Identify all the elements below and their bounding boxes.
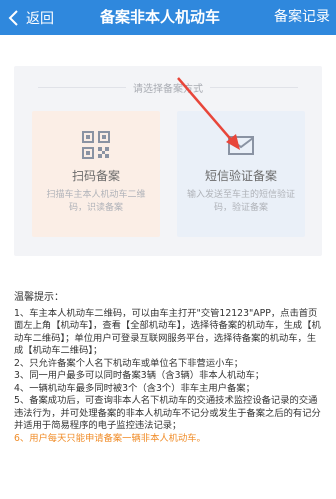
tip-item: 1、车主本人机动车二维码，可以由车主打开"交管12123"APP，点击首页面左上… [14,307,321,357]
tip-item: 5、备案成功后，可查询非本人名下机动车的交通技术监控设备记录的交通违法行为，并可… [14,395,321,431]
tip-item: 4、一辆机动车最多同时被3个（含3个）非车主用户备案； [14,382,255,394]
tip-item-warning: 6、用户每天只能申请备案一辆非本人机动车。 [14,432,206,444]
tips-section: 温馨提示： 1、车主本人机动车二维码，可以由车主打开"交管12123"APP，点… [14,292,324,445]
tip-item: 3、同一用户最多可以同时备案3辆（含3辆）非本人机动车； [14,370,265,381]
tips-heading: 温馨提示： [14,292,64,303]
tip-item: 2、只允许备案个人名下机动车或单位名下非营运小车； [14,357,244,369]
